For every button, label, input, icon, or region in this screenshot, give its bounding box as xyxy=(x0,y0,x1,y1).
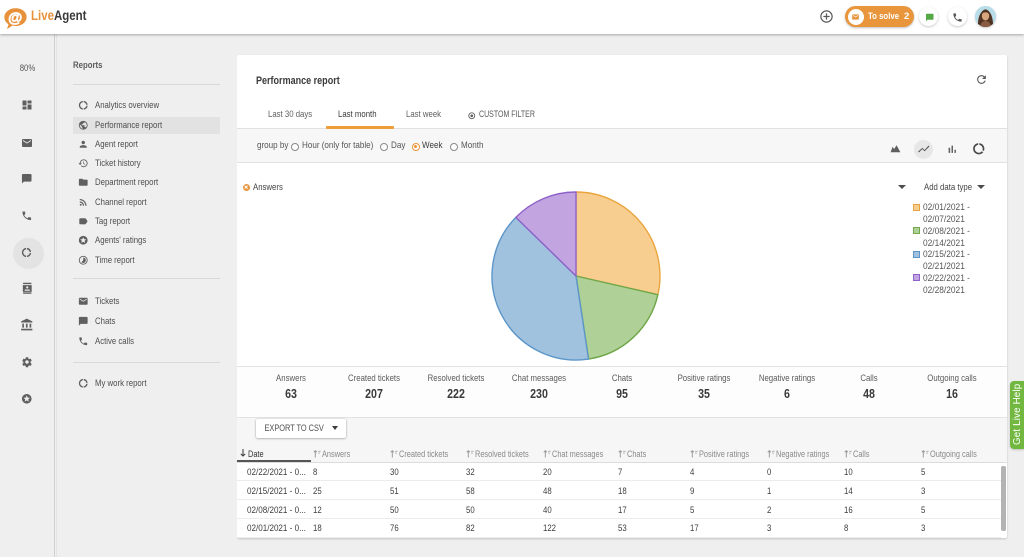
svg-text:@: @ xyxy=(8,11,22,27)
